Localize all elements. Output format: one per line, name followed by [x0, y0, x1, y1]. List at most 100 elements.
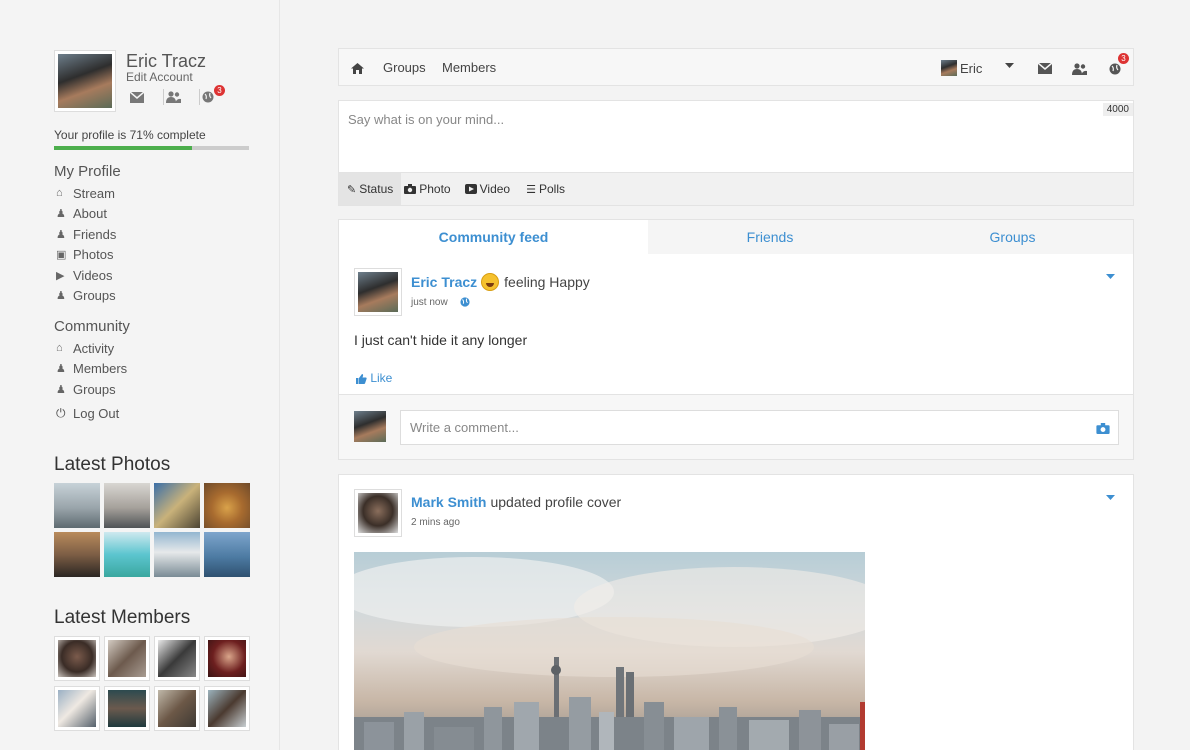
avatar: [354, 411, 386, 442]
profile-progress-bar: [54, 146, 249, 150]
users-icon: ♟: [56, 228, 66, 241]
edit-account-link[interactable]: Edit Account: [126, 70, 193, 84]
top-navbar: Groups Members Eric 3: [338, 48, 1134, 86]
profile-progress-fill: [54, 146, 193, 150]
user-menu[interactable]: Eric: [941, 60, 982, 76]
logout-link[interactable]: ⏻ Log Out: [56, 406, 119, 421]
nav-members-link[interactable]: Members: [442, 60, 496, 75]
member-avatar[interactable]: [54, 636, 100, 681]
like-button[interactable]: Like: [356, 371, 392, 385]
sidebar: Eric Tracz Edit Account 3 Your profile i…: [0, 0, 280, 750]
smile-emoji-icon: [481, 273, 500, 291]
sidebar-item-community-groups[interactable]: ♟ Groups: [56, 379, 127, 400]
list-icon: ☰: [526, 183, 536, 196]
my-profile-menu: ⌂ Stream ♟ About ♟ Friends ▣ Photos ▶ Videos …: [56, 183, 116, 306]
post-body: I just can't hide it any longer: [354, 332, 528, 348]
photo-thumbnail[interactable]: [154, 483, 200, 528]
member-avatar[interactable]: [54, 686, 100, 731]
notification-badge: 3: [214, 85, 225, 96]
sidebar-item-about[interactable]: ♟ About: [56, 204, 116, 225]
sidebar-item-activity[interactable]: ⌂ Activity: [56, 338, 127, 359]
city-skyline-image: [354, 557, 865, 750]
users-icon: ♟: [56, 363, 66, 376]
sidebar-item-groups[interactable]: ♟ Groups: [56, 286, 116, 307]
profile-progress-label: Your profile is 71% complete: [54, 128, 206, 142]
member-avatar[interactable]: [154, 686, 200, 731]
user-icon: ♟: [56, 208, 66, 221]
tab-friends[interactable]: Friends: [648, 220, 892, 254]
tab-photo[interactable]: Photo: [401, 173, 458, 205]
photo-thumbnail[interactable]: [204, 532, 250, 577]
status-input[interactable]: Say what is on your mind...: [348, 112, 504, 127]
member-avatar[interactable]: [104, 686, 150, 731]
sidebar-item-stream[interactable]: ⌂ Stream: [56, 183, 116, 204]
sidebar-item-photos[interactable]: ▣ Photos: [56, 245, 116, 266]
users-icon[interactable]: [1072, 60, 1087, 75]
notification-badge: 3: [1118, 53, 1129, 64]
sidebar-item-friends[interactable]: ♟ Friends: [56, 224, 116, 245]
member-avatar[interactable]: [154, 636, 200, 681]
home-icon: ⌂: [56, 342, 63, 355]
chevron-down-icon[interactable]: [1005, 60, 1014, 72]
feed-tabs: Community feed Friends Groups: [338, 219, 1134, 255]
camera-icon[interactable]: [1096, 420, 1110, 435]
my-profile-heading: My Profile: [54, 163, 121, 180]
latest-members-heading: Latest Members: [54, 607, 191, 628]
member-avatar[interactable]: [204, 636, 250, 681]
nav-groups-link[interactable]: Groups: [383, 60, 426, 75]
composer-tabs: ✎ Status Photo Video ☰ Polls: [339, 172, 1133, 205]
sidebar-item-videos[interactable]: ▶ Videos: [56, 265, 116, 286]
chevron-down-icon[interactable]: [1106, 272, 1115, 283]
power-icon: ⏻: [56, 406, 66, 420]
globe-icon[interactable]: 3: [200, 85, 236, 105]
feed-post: Eric Tracz feeling Happy just now I just…: [338, 254, 1134, 460]
home-icon[interactable]: [351, 60, 364, 75]
post-header: Mark Smith updated profile cover: [411, 494, 621, 510]
comment-bar: Write a comment...: [339, 394, 1133, 459]
status-composer: Say what is on your mind... 4000 ✎ Status…: [338, 100, 1134, 206]
avatar[interactable]: [54, 50, 116, 112]
chevron-down-icon[interactable]: [1106, 493, 1115, 504]
photo-thumbnail[interactable]: [54, 483, 100, 528]
latest-members-grid: [54, 636, 250, 731]
tab-groups[interactable]: Groups: [892, 220, 1133, 254]
cover-photo[interactable]: [354, 552, 865, 750]
latest-photos-heading: Latest Photos: [54, 454, 171, 475]
camera-icon: ▣: [56, 249, 67, 262]
tab-video[interactable]: Video: [459, 173, 518, 205]
post-action: updated profile cover: [490, 494, 622, 510]
thumbs-up-icon: [356, 371, 370, 385]
video-icon: [464, 183, 477, 195]
post-author-link[interactable]: Mark Smith: [411, 494, 486, 510]
users-icon[interactable]: [164, 89, 200, 105]
group-icon: ♟: [56, 290, 66, 303]
envelope-icon[interactable]: [1038, 60, 1052, 75]
tab-status[interactable]: ✎ Status: [339, 173, 402, 205]
photo-thumbnail[interactable]: [104, 532, 150, 577]
tab-polls[interactable]: ☰ Polls: [518, 173, 573, 205]
photo-thumbnail[interactable]: [104, 483, 150, 528]
member-avatar[interactable]: [204, 686, 250, 731]
globe-icon: [460, 297, 471, 308]
envelope-icon[interactable]: [128, 89, 164, 105]
sidebar-item-members[interactable]: ♟ Members: [56, 359, 127, 380]
latest-photos-grid: [54, 483, 250, 577]
comment-input[interactable]: Write a comment...: [400, 410, 1119, 445]
photo-thumbnail[interactable]: [204, 483, 250, 528]
profile-card: Eric Tracz Edit Account 3: [54, 50, 250, 112]
profile-name[interactable]: Eric Tracz: [126, 51, 206, 72]
home-icon: ⌂: [56, 187, 63, 200]
member-avatar[interactable]: [104, 636, 150, 681]
avatar[interactable]: [354, 489, 402, 537]
tab-community-feed[interactable]: Community feed: [339, 220, 648, 254]
post-author-link[interactable]: Eric Tracz: [411, 274, 477, 290]
avatar[interactable]: [354, 268, 402, 316]
photo-thumbnail[interactable]: [54, 532, 100, 577]
globe-icon[interactable]: 3: [1109, 53, 1129, 75]
camera-icon: [404, 183, 417, 195]
photo-thumbnail[interactable]: [154, 532, 200, 577]
community-heading: Community: [54, 318, 130, 335]
post-timestamp: just now: [411, 297, 471, 308]
video-icon: ▶: [56, 269, 65, 282]
profile-quick-icons: 3: [128, 85, 236, 105]
